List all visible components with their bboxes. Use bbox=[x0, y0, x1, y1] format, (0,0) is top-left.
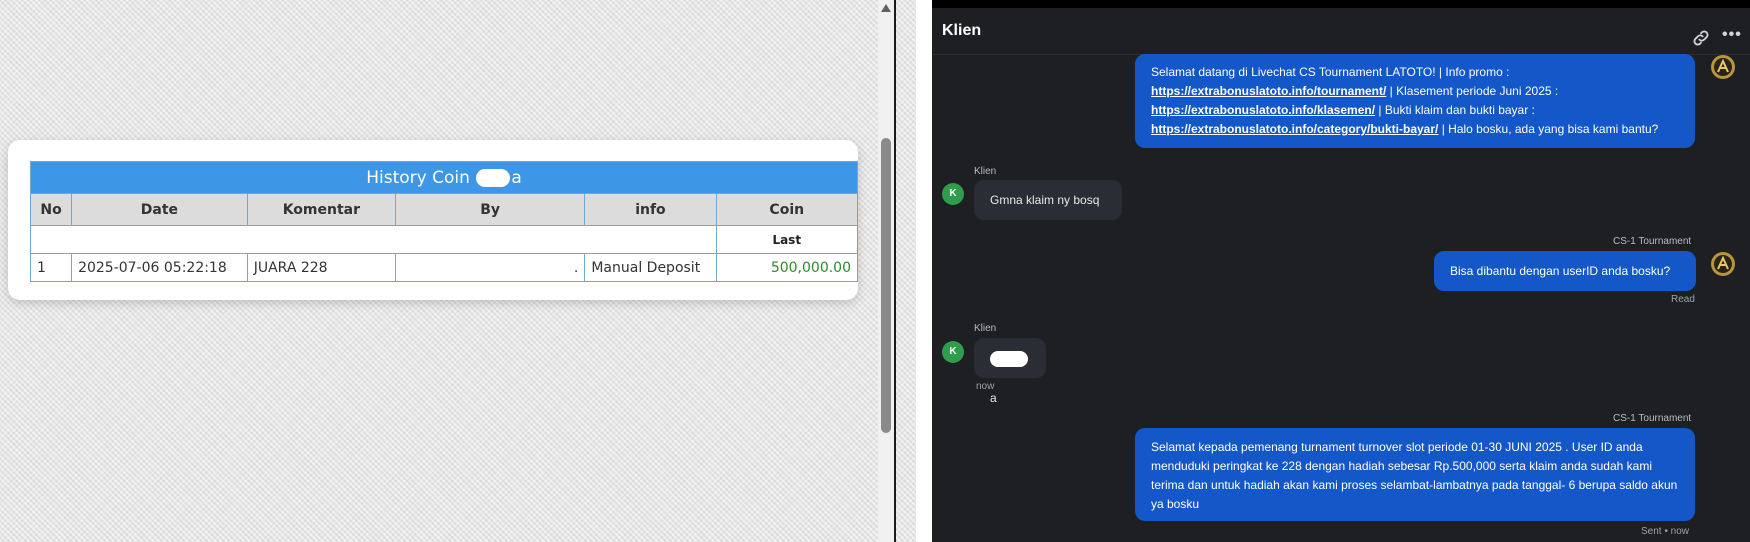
history-panel: History Coin a No Date Komentar By info … bbox=[0, 0, 916, 542]
sent-status: Sent • now bbox=[1641, 526, 1689, 537]
chat-top-strip bbox=[932, 0, 1750, 8]
column-header-date: Date bbox=[71, 193, 248, 226]
sender-name: Klien bbox=[974, 166, 997, 177]
cell-info: Manual Deposit bbox=[584, 253, 717, 282]
message-bubble-outgoing: Selamat kepada pemenang turnament turnov… bbox=[1135, 428, 1695, 521]
redaction-blob bbox=[476, 168, 511, 187]
cell-by: . bbox=[394, 253, 586, 282]
last-label: Last bbox=[715, 225, 859, 254]
table-title: History Coin a bbox=[30, 161, 858, 194]
sender-name: CS-1 Tournament bbox=[1613, 413, 1692, 424]
history-coin-card: History Coin a No Date Komentar By info … bbox=[8, 140, 859, 300]
table-header-row: No Date Komentar By info Coin bbox=[29, 193, 859, 226]
cell-coin: 500,000.00 bbox=[715, 253, 859, 282]
redaction-blob bbox=[990, 350, 1028, 367]
page-scrollbar[interactable] bbox=[878, 0, 894, 542]
scroll-thumb[interactable] bbox=[881, 138, 891, 433]
table-last-row: Last bbox=[30, 225, 859, 254]
panel-divider bbox=[894, 0, 896, 542]
cell-no: 1 bbox=[29, 253, 73, 282]
table-title-suffix: a bbox=[511, 167, 522, 188]
agent-logo-icon bbox=[1711, 252, 1735, 276]
cell-date: 2025-07-06 05:22:18 bbox=[71, 253, 248, 282]
welcome-text-3: | Bukti klaim dan bukti bayar : bbox=[1375, 103, 1535, 117]
chat-header: Klien ••• bbox=[932, 8, 1750, 55]
chat-panel: Klien ••• Selamat datang di Livechat CS … bbox=[932, 0, 1750, 542]
welcome-text-2: | Klasement periode Juni 2025 : bbox=[1386, 84, 1559, 98]
link-klasemen[interactable]: https://extrabonuslatoto.info/klasemen/ bbox=[1151, 103, 1375, 117]
sender-name: Klien bbox=[974, 323, 997, 334]
welcome-text-1: Selamat datang di Livechat CS Tournament… bbox=[1151, 65, 1510, 79]
link-bukti-bayar[interactable]: https://extrabonuslatoto.info/category/b… bbox=[1151, 122, 1438, 136]
table-title-prefix: History Coin bbox=[366, 167, 470, 188]
incoming-text-suffix: a bbox=[990, 391, 997, 405]
column-header-info: info bbox=[584, 193, 717, 226]
table-title-row: History Coin a bbox=[30, 161, 858, 194]
message-bubble-incoming: a bbox=[974, 338, 1046, 405]
agent-logo-icon bbox=[1711, 55, 1735, 79]
chat-title: Klien bbox=[942, 22, 982, 39]
history-coin-table: History Coin a No Date Komentar By info … bbox=[29, 161, 859, 282]
message-bubble-welcome: Selamat datang di Livechat CS Tournament… bbox=[1135, 54, 1695, 148]
column-header-by: By bbox=[394, 193, 586, 226]
message-bubble-outgoing: Bisa dibantu dengan userID anda bosku? bbox=[1434, 251, 1696, 291]
message-bubble-incoming: Gmna klaim ny bosq bbox=[974, 180, 1122, 220]
column-header-coin: Coin bbox=[715, 193, 859, 226]
welcome-text-4: | Halo bosku, ada yang bisa kami bantu? bbox=[1438, 122, 1659, 136]
more-icon[interactable]: ••• bbox=[1722, 26, 1742, 44]
link-icon[interactable] bbox=[1691, 28, 1711, 48]
table-row: 1 2025-07-06 05:22:18 JUARA 228 . Manual… bbox=[29, 253, 859, 282]
avatar: K bbox=[942, 183, 964, 205]
cell-komentar: JUARA 228 bbox=[246, 253, 397, 282]
column-header-komentar: Komentar bbox=[246, 193, 397, 226]
message-time: now bbox=[976, 381, 995, 392]
avatar: K bbox=[942, 341, 964, 363]
last-row-spacer bbox=[30, 225, 717, 254]
scroll-up-arrow-icon[interactable] bbox=[881, 4, 891, 12]
read-receipt: Read bbox=[1671, 294, 1695, 305]
sender-name: CS-1 Tournament bbox=[1613, 236, 1692, 247]
column-header-no: No bbox=[29, 193, 73, 226]
link-tournament[interactable]: https://extrabonuslatoto.info/tournament… bbox=[1151, 84, 1386, 98]
